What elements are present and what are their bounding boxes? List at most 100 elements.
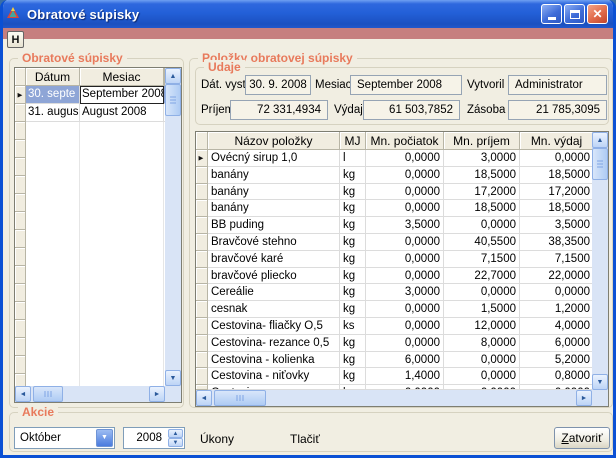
col-header-datum[interactable]: Dátum (26, 68, 80, 86)
scroll-right-icon[interactable]: ► (576, 390, 592, 406)
cell-mj[interactable]: kg (340, 352, 366, 369)
tlacit-button[interactable]: Tlačiť (290, 432, 320, 446)
cell-pociatok[interactable]: 0,0000 (366, 150, 444, 167)
cell-nazov[interactable]: Cestovina - niťovky (208, 368, 340, 385)
cell-vydaj[interactable]: 0,8000 (520, 368, 592, 385)
cell-prijem[interactable]: 22,7000 (444, 268, 520, 285)
cell-nazov[interactable]: Cestovina- rezance 0,5 (208, 335, 340, 352)
cell-vydaj[interactable]: 17,2000 (520, 184, 592, 201)
cell-nazov[interactable]: bravčové pliecko (208, 268, 340, 285)
cell-pociatok[interactable]: 0,0000 (366, 184, 444, 201)
dropdown-icon[interactable]: ▼ (96, 429, 113, 447)
cell-mesiac[interactable]: August 2008 (80, 104, 164, 122)
cell-vydaj[interactable]: 22,0000 (520, 268, 592, 285)
cell-nazov[interactable]: banány (208, 167, 340, 184)
table-row[interactable]: banánykg0,000017,200017,2000 (196, 184, 592, 201)
vytvoril-field[interactable]: Administrator (508, 75, 607, 95)
cell-nazov[interactable]: banány (208, 184, 340, 201)
col-header-pociatok[interactable]: Mn. počiatok (366, 132, 444, 150)
vertical-scroll-thumb[interactable] (592, 148, 608, 180)
zatvorit-button[interactable]: Zatvoriť (554, 427, 610, 449)
cell-vydaj[interactable]: 3,5000 (520, 217, 592, 234)
cell-mj[interactable]: kg (340, 234, 366, 251)
scroll-right-icon[interactable]: ► (149, 386, 165, 402)
cell-mj[interactable]: kg (340, 368, 366, 385)
supisky-vertical-scrollbar[interactable]: ▲ ▼ (165, 68, 181, 386)
cell-nazov[interactable]: Bravčové stehno (208, 234, 340, 251)
scroll-down-icon[interactable]: ▼ (165, 370, 181, 386)
col-header-vydaj[interactable]: Mn. výdaj (520, 132, 594, 150)
cell-nazov[interactable]: banány (208, 200, 340, 217)
cell-nazov[interactable]: Cestovina- fliačky O,5 (208, 318, 340, 335)
table-row[interactable]: Cereáliekg3,00000,00000,0000 (196, 284, 592, 301)
cell-datum[interactable]: 31. augus (26, 104, 80, 122)
cell-nazov[interactable]: BB puding (208, 217, 340, 234)
vydaj-field[interactable]: 61 503,7852 (363, 100, 460, 120)
cell-pociatok[interactable]: 3,0000 (366, 284, 444, 301)
close-window-button[interactable]: ✕ (587, 4, 608, 24)
scroll-down-icon[interactable]: ▼ (592, 374, 608, 390)
cell-mj[interactable]: l (340, 150, 366, 167)
spin-down-icon[interactable]: ▼ (168, 438, 183, 447)
table-row[interactable]: cesnakkg0,00001,50001,2000 (196, 301, 592, 318)
dat-vyst-field[interactable]: 30. 9. 2008 (245, 75, 311, 95)
cell-nazov[interactable]: Ovécný sirup 1,0 (208, 150, 340, 167)
cell-pociatok[interactable]: 0,0000 (366, 268, 444, 285)
cell-prijem[interactable]: 3,0000 (444, 150, 520, 167)
cell-mj[interactable]: kg (340, 268, 366, 285)
cell-nazov[interactable]: Cereálie (208, 284, 340, 301)
cell-mj[interactable]: kg (340, 200, 366, 217)
col-header-mj[interactable]: MJ (340, 132, 366, 150)
cell-pociatok[interactable]: 3,5000 (366, 217, 444, 234)
scroll-left-icon[interactable]: ◄ (196, 390, 212, 406)
cell-prijem[interactable]: 18,5000 (444, 167, 520, 184)
table-row[interactable]: Cestovina- rezance 0,5kg0,00008,00006,00… (196, 335, 592, 352)
table-row[interactable]: Bravčové stehnokg0,000040,550038,3500 (196, 234, 592, 251)
cell-mj[interactable]: kg (340, 284, 366, 301)
cell-vydaj[interactable]: 6,0000 (520, 335, 592, 352)
supisky-row[interactable]: ►30. septeSeptember 20084 (15, 86, 165, 104)
table-row[interactable]: bravčové plieckokg0,000022,700022,0000 (196, 268, 592, 285)
cell-vydaj[interactable]: 0,0000 (520, 284, 592, 301)
cell-vydaj[interactable]: 18,5000 (520, 167, 592, 184)
vertical-scroll-thumb[interactable] (165, 84, 181, 116)
cell-mesiac[interactable]: September 2008 (80, 86, 164, 104)
year-spinner[interactable]: 2008 ▲ ▼ (123, 427, 185, 449)
cell-mj[interactable]: kg (340, 251, 366, 268)
cell-prijem[interactable]: 17,2000 (444, 184, 520, 201)
ukony-button[interactable]: Úkony (200, 432, 234, 446)
cell-pociatok[interactable]: 0,0000 (366, 335, 444, 352)
cell-mj[interactable]: kg (340, 217, 366, 234)
cell-pociatok[interactable]: 0,0000 (366, 251, 444, 268)
cell-prijem[interactable]: 0,0000 (444, 368, 520, 385)
supisky-grid[interactable]: Dátum Mesiac P ►30. septeSeptember 20084… (14, 67, 182, 403)
cell-mj[interactable]: kg (340, 167, 366, 184)
cell-prijem[interactable]: 18,5000 (444, 200, 520, 217)
cell-vydaj[interactable]: 4,0000 (520, 318, 592, 335)
cell-prijem[interactable]: 7,1500 (444, 251, 520, 268)
h-button[interactable]: H (7, 31, 24, 48)
cell-nazov[interactable]: Cestovina - kolienka (208, 352, 340, 369)
mesiac-field[interactable]: September 2008 (350, 75, 462, 95)
cell-vydaj[interactable]: 18,5000 (520, 200, 592, 217)
items-vertical-scrollbar[interactable]: ▲ ▼ (592, 132, 608, 390)
scroll-up-icon[interactable]: ▲ (165, 68, 181, 84)
cell-vydaj[interactable]: 0,0000 (520, 150, 592, 167)
col-header-prijem[interactable]: Mn. príjem (444, 132, 520, 150)
col-header-mesiac[interactable]: Mesiac (80, 68, 164, 86)
table-row[interactable]: ►Ovécný sirup 1,0l0,00003,00000,0000 (196, 150, 592, 167)
cell-pociatok[interactable]: 0,0000 (366, 167, 444, 184)
titlebar[interactable]: Obratové súpisky ✕ (0, 0, 616, 28)
cell-prijem[interactable]: 0,0000 (444, 217, 520, 234)
cell-pociatok[interactable]: 0,0000 (366, 318, 444, 335)
items-table[interactable]: Názov položky MJ Mn. počiatok Mn. príjem… (195, 131, 609, 407)
cell-prijem[interactable]: 8,0000 (444, 335, 520, 352)
cell-mj[interactable]: kg (340, 335, 366, 352)
scroll-up-icon[interactable]: ▲ (592, 132, 608, 148)
minimize-button[interactable] (541, 4, 562, 24)
cell-prijem[interactable]: 0,0000 (444, 284, 520, 301)
spin-up-icon[interactable]: ▲ (168, 429, 183, 438)
cell-vydaj[interactable]: 5,2000 (520, 352, 592, 369)
col-header-nazov[interactable]: Názov položky (208, 132, 340, 150)
cell-vydaj[interactable]: 1,2000 (520, 301, 592, 318)
